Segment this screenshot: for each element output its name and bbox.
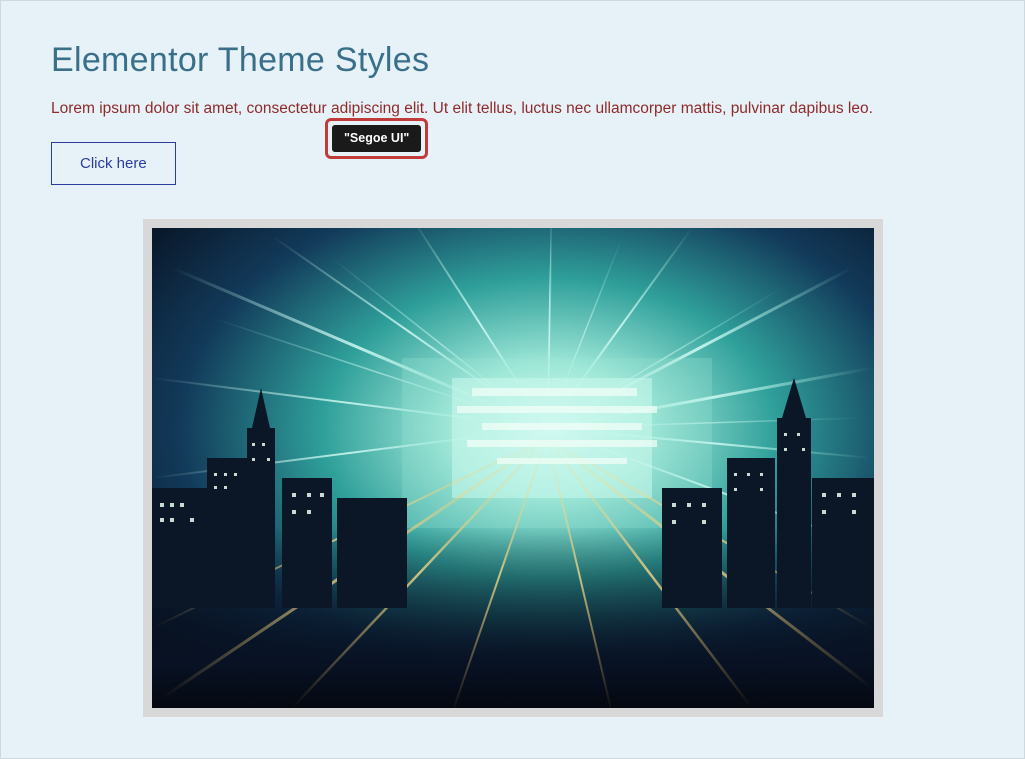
font-tooltip: "Segoe UI" <box>332 125 421 152</box>
page-description: Lorem ipsum dolor sit amet, consectetur … <box>51 98 974 120</box>
font-tooltip-highlight: "Segoe UI" <box>325 118 428 159</box>
page-heading: Elementor Theme Styles <box>51 41 974 80</box>
city-image <box>152 228 874 708</box>
click-here-button[interactable]: Click here <box>51 142 176 185</box>
image-frame <box>143 219 883 717</box>
